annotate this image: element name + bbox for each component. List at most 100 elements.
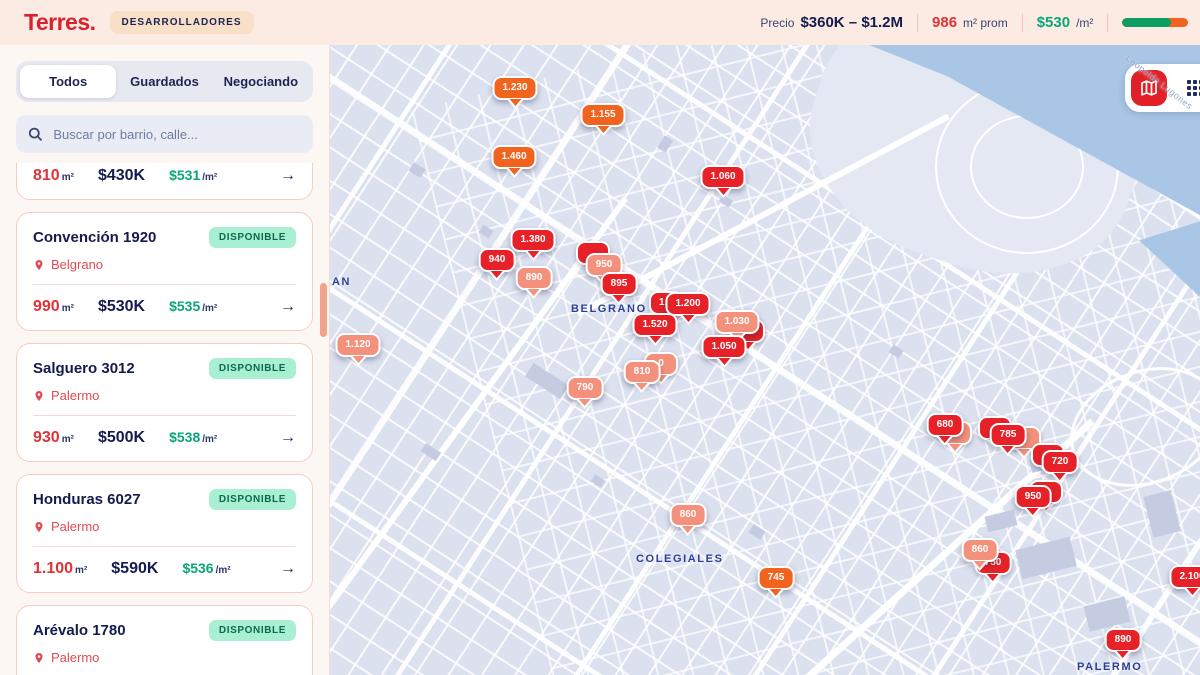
price-marker[interactable]: 1.380 — [510, 228, 555, 252]
price-marker[interactable]: 790 — [567, 376, 604, 400]
card-arrow-button[interactable]: → — [280, 298, 296, 316]
header-stats: Precio $360K – $1.2M 986 m² prom $530 /m… — [760, 0, 1200, 45]
price-marker[interactable]: 940 — [479, 248, 516, 272]
card-top: Honduras 6027 DISPONIBLE Palermo — [33, 489, 296, 547]
map-area-label: BELGRANO — [571, 303, 647, 315]
avg-area-unit: m² prom — [963, 16, 1008, 30]
metric-price-per-m2: $536/m² — [182, 560, 230, 578]
location-name: Palermo — [51, 388, 99, 403]
price-marker[interactable]: 860 — [962, 538, 999, 562]
card-divider — [33, 284, 296, 285]
metric-price: $430K — [98, 167, 145, 185]
card-metrics: 990m² $530K $535/m² → — [33, 298, 296, 316]
metric-price: $590K — [111, 560, 158, 578]
property-card[interactable]: Convención 1920 DISPONIBLE Belgrano 990m… — [16, 212, 313, 331]
metric-area: 990m² — [33, 298, 74, 316]
property-list: 810m² $430K $531/m² → Convención 1920 DI… — [16, 163, 313, 675]
metric-price-per-m2: $531/m² — [169, 167, 217, 185]
map-area-label: AN — [332, 276, 351, 288]
card-arrow-button[interactable]: → — [280, 560, 296, 578]
card-arrow-button[interactable]: → — [280, 167, 296, 185]
location-pin-icon — [33, 390, 45, 402]
property-title: Convención 1920 — [33, 229, 156, 246]
price-marker[interactable]: 890 — [1105, 628, 1142, 652]
metric-area: 930m² — [33, 429, 74, 447]
property-location: Belgrano — [33, 257, 296, 272]
property-location: Palermo — [33, 650, 296, 665]
price-marker[interactable]: 1.230 — [492, 76, 537, 100]
metric-price: $500K — [98, 429, 145, 447]
metric-price-per-m2: $538/m² — [169, 429, 217, 447]
status-badge: DISPONIBLE — [209, 358, 296, 379]
app-logo: Terres. — [24, 9, 96, 36]
sidebar: TodosGuardadosNegociando 810m² $430K $53… — [0, 45, 330, 675]
property-location: Palermo — [33, 388, 296, 403]
price-marker[interactable]: 1.120 — [335, 333, 380, 357]
price-marker[interactable]: 745 — [758, 566, 795, 590]
price-marker[interactable]: 860 — [670, 503, 707, 527]
price-range-value: $360K – $1.2M — [800, 14, 903, 31]
progress-bar — [1122, 18, 1188, 27]
price-marker[interactable]: 1.200 — [665, 292, 710, 316]
price-marker[interactable]: 2.100 — [1169, 565, 1200, 589]
card-top: Convención 1920 DISPONIBLE Belgrano — [33, 227, 296, 285]
card-top: Salguero 3012 DISPONIBLE Palermo — [33, 358, 296, 416]
map-area-label: COLEGIALES — [636, 553, 724, 565]
location-pin-icon — [33, 259, 45, 271]
tab-negociando[interactable]: Negociando — [213, 65, 309, 98]
card-arrow-button[interactable]: → — [280, 429, 296, 447]
price-marker[interactable]: 1.155 — [580, 103, 625, 127]
location-name: Belgrano — [51, 257, 103, 272]
divider — [1107, 14, 1108, 32]
map-canvas[interactable]: 1.2301.1551.4601.0601.3809408909508951.3… — [330, 45, 1200, 675]
property-title: Salguero 3012 — [33, 360, 135, 377]
location-pin-icon — [33, 652, 45, 664]
progress-fill — [1122, 18, 1170, 27]
price-marker[interactable]: 1.060 — [700, 165, 745, 189]
location-pin-icon — [33, 521, 45, 533]
card-metrics: 1.100m² $590K $536/m² → — [33, 560, 296, 578]
metric-price-per-m2: $535/m² — [169, 298, 217, 316]
divider — [917, 14, 918, 32]
card-top: Arévalo 1780 DISPONIBLE Palermo — [33, 620, 296, 675]
app-window: Terres. DESARROLLADORES Precio $360K – $… — [0, 0, 1200, 675]
property-card[interactable]: Honduras 6027 DISPONIBLE Palermo 1.100m²… — [16, 474, 313, 593]
price-marker[interactable]: 1.030 — [714, 310, 759, 334]
search-box[interactable] — [16, 115, 313, 153]
developers-badge[interactable]: DESARROLLADORES — [110, 11, 254, 34]
status-badge: DISPONIBLE — [209, 227, 296, 248]
price-marker[interactable]: 1.520 — [632, 313, 677, 337]
price-marker[interactable]: 1.460 — [491, 145, 536, 169]
tab-guardados[interactable]: Guardados — [116, 65, 212, 98]
tab-todos[interactable]: Todos — [20, 65, 116, 98]
price-marker[interactable]: 680 — [927, 413, 964, 437]
property-card[interactable]: 810m² $430K $531/m² → — [16, 163, 313, 200]
stat-price-range: Precio $360K – $1.2M — [760, 14, 903, 31]
grid-view-icon — [1187, 80, 1200, 96]
divider — [1022, 14, 1023, 32]
metric-price: $530K — [98, 298, 145, 316]
search-icon — [28, 126, 42, 142]
price-marker[interactable]: 785 — [990, 423, 1027, 447]
card-metrics: 930m² $500K $538/m² → — [33, 429, 296, 447]
card-divider — [33, 546, 296, 547]
card-divider — [33, 415, 296, 416]
property-card[interactable]: Salguero 3012 DISPONIBLE Palermo 930m² $… — [16, 343, 313, 462]
price-marker[interactable]: 890 — [516, 266, 553, 290]
price-marker[interactable]: 895 — [601, 272, 638, 296]
stat-avg-area: 986 m² prom — [932, 14, 1008, 31]
price-marker[interactable]: 950 — [1015, 485, 1052, 509]
sidebar-scrollbar[interactable] — [320, 283, 327, 337]
avg-area-value: 986 — [932, 14, 957, 31]
price-label: Precio — [760, 16, 794, 30]
property-title: Honduras 6027 — [33, 491, 141, 508]
search-input[interactable] — [51, 126, 301, 143]
price-per-m2-unit: /m² — [1076, 16, 1093, 30]
price-marker[interactable]: 1.050 — [701, 335, 746, 359]
price-marker[interactable]: 720 — [1042, 450, 1079, 474]
property-location: Palermo — [33, 519, 296, 534]
price-per-m2-value: $530 — [1037, 14, 1070, 31]
property-card[interactable]: Arévalo 1780 DISPONIBLE Palermo 910m² $4… — [16, 605, 313, 675]
location-name: Palermo — [51, 519, 99, 534]
price-marker[interactable]: 810 — [624, 360, 661, 384]
